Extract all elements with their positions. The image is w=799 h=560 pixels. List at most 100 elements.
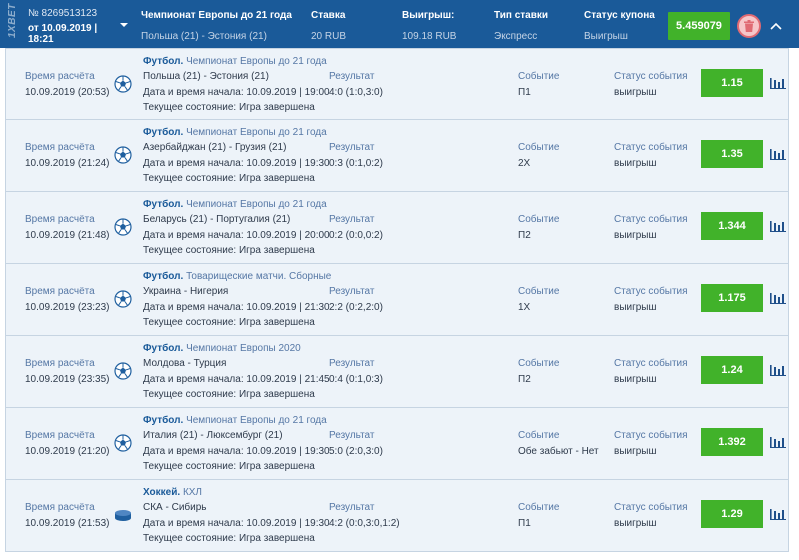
event-value: 1Х	[518, 302, 531, 313]
event-row: Время расчёта 10.09.2019 (21:20) Футбол.…	[5, 408, 789, 480]
coupon-status-label: Статус купона	[584, 10, 655, 21]
sport-name: Хоккей.	[143, 487, 181, 498]
event-league: Футбол. Чемпионат Европы до 21 года	[143, 415, 327, 426]
calc-time-label: Время расчёта	[25, 71, 95, 82]
calc-time-value: 10.09.2019 (21:24)	[25, 158, 110, 169]
result-label: Результат	[329, 286, 375, 297]
result-label: Результат	[329, 71, 375, 82]
calc-time-value: 10.09.2019 (23:23)	[25, 302, 110, 313]
calc-time-value: 10.09.2019 (23:35)	[25, 374, 110, 385]
event-row: Время расчёта 10.09.2019 (23:23) Футбол.…	[5, 264, 789, 336]
result-value: 5:0 (2:0,3:0)	[329, 446, 383, 457]
event-coefficient: 1.15	[701, 69, 763, 97]
soccer-ball-icon	[114, 146, 132, 164]
result-value: 0:3 (0:1,0:2)	[329, 158, 383, 169]
event-state: Текущее состояние: Игра завершена	[143, 461, 315, 472]
event-value: П1	[518, 518, 531, 529]
calc-time-label: Время расчёта	[25, 430, 95, 441]
event-label: Событие	[518, 430, 560, 441]
result-value: 4:2 (0:0,3:0,1:2)	[329, 518, 400, 529]
soccer-ball-icon	[114, 75, 132, 93]
soccer-ball-icon	[114, 290, 132, 308]
calc-time-label: Время расчёта	[25, 286, 95, 297]
collapse-button[interactable]	[767, 17, 785, 35]
soccer-ball-icon	[114, 434, 132, 452]
event-row: Время расчёта 10.09.2019 (21:24) Футбол.…	[5, 120, 789, 192]
result-value: 0:4 (0:1,0:3)	[329, 374, 383, 385]
event-coefficient: 1.344	[701, 212, 763, 240]
total-coefficient: 5.459079	[668, 12, 730, 40]
calc-time-label: Время расчёта	[25, 358, 95, 369]
delete-button[interactable]	[737, 14, 761, 38]
statistics-icon[interactable]	[770, 148, 786, 160]
event-start: Дата и время начала: 10.09.2019 | 19:30	[143, 446, 330, 457]
coupon-date: от 10.09.2019 | 18:21	[28, 23, 98, 45]
event-teams: Украина - Нигерия	[143, 286, 229, 297]
statistics-icon[interactable]	[770, 292, 786, 304]
event-status-value: выигрыш	[614, 230, 657, 241]
coupon-number: № 8269513123	[28, 8, 98, 19]
event-label: Событие	[518, 358, 560, 369]
event-state: Текущее состояние: Игра завершена	[143, 245, 315, 256]
event-teams: Италия (21) - Люксембург (21)	[143, 430, 283, 441]
event-start: Дата и время начала: 10.09.2019 | 19:30	[143, 158, 330, 169]
event-coefficient: 1.29	[701, 500, 763, 528]
league-name: Товарищеские матчи. Сборные	[186, 271, 332, 282]
trash-icon	[744, 20, 754, 32]
event-start: Дата и время начала: 10.09.2019 | 20:00	[143, 230, 330, 241]
event-row: Время расчёта 10.09.2019 (23:35) Футбол.…	[5, 336, 789, 408]
hockey-puck-icon	[114, 506, 132, 524]
event-status-label: Статус события	[614, 502, 688, 513]
stake-value: 20 RUB	[311, 31, 347, 42]
event-row: Время расчёта 10.09.2019 (20:53) Футбол.…	[5, 48, 789, 120]
event-value: П2	[518, 230, 531, 241]
event-state: Текущее состояние: Игра завершена	[143, 102, 315, 113]
event-label: Событие	[518, 502, 560, 513]
calc-time-value: 10.09.2019 (20:53)	[25, 87, 110, 98]
event-value: П1	[518, 87, 531, 98]
calc-time-label: Время расчёта	[25, 142, 95, 153]
stake-label: Ставка	[311, 10, 346, 21]
event-league: Футбол. Чемпионат Европы до 21 года	[143, 127, 327, 138]
bet-type-value: Экспресс	[494, 31, 538, 42]
coupon-header[interactable]: 1XBET № 8269513123 от 10.09.2019 | 18:21…	[0, 0, 799, 48]
event-start: Дата и время начала: 10.09.2019 | 19:00	[143, 87, 330, 98]
event-value: П2	[518, 374, 531, 385]
result-value: 2:2 (0:2,2:0)	[329, 302, 383, 313]
bet-type-label: Тип ставки	[494, 10, 549, 21]
event-status-label: Статус события	[614, 430, 688, 441]
calc-time-value: 10.09.2019 (21:20)	[25, 446, 110, 457]
event-status-label: Статус события	[614, 286, 688, 297]
statistics-icon[interactable]	[770, 77, 786, 89]
event-status-label: Статус события	[614, 142, 688, 153]
league-name: Чемпионат Европы 2020	[186, 343, 301, 354]
event-teams: Польша (21) - Эстония (21)	[143, 71, 269, 82]
event-league: Футбол. Чемпионат Европы 2020	[143, 343, 301, 354]
chevron-up-icon	[770, 22, 782, 30]
event-status-value: выигрыш	[614, 158, 657, 169]
calc-time-label: Время расчёта	[25, 214, 95, 225]
statistics-icon[interactable]	[770, 364, 786, 376]
event-state: Текущее состояние: Игра завершена	[143, 533, 315, 544]
event-teams: Азербайджан (21) - Грузия (21)	[143, 142, 287, 153]
result-label: Результат	[329, 142, 375, 153]
coupon-match: Польша (21) - Эстония (21)	[141, 31, 267, 42]
result-label: Результат	[329, 358, 375, 369]
chevron-down-icon[interactable]	[119, 20, 129, 30]
events-list: Время расчёта 10.09.2019 (20:53) Футбол.…	[5, 48, 789, 552]
sport-name: Футбол.	[143, 199, 184, 210]
soccer-ball-icon	[114, 362, 132, 380]
event-row: Время расчёта 10.09.2019 (21:48) Футбол.…	[5, 192, 789, 264]
statistics-icon[interactable]	[770, 436, 786, 448]
event-teams: Молдова - Турция	[143, 358, 227, 369]
coupon-tournament: Чемпионат Европы до 21 года	[141, 10, 292, 21]
statistics-icon[interactable]	[770, 220, 786, 232]
statistics-icon[interactable]	[770, 508, 786, 520]
league-name: КХЛ	[182, 487, 202, 498]
result-label: Результат	[329, 502, 375, 513]
win-value: 109.18 RUB	[402, 31, 457, 42]
event-status-label: Статус события	[614, 358, 688, 369]
league-name: Чемпионат Европы до 21 года	[186, 199, 327, 210]
league-name: Чемпионат Европы до 21 года	[186, 56, 327, 67]
event-label: Событие	[518, 214, 560, 225]
